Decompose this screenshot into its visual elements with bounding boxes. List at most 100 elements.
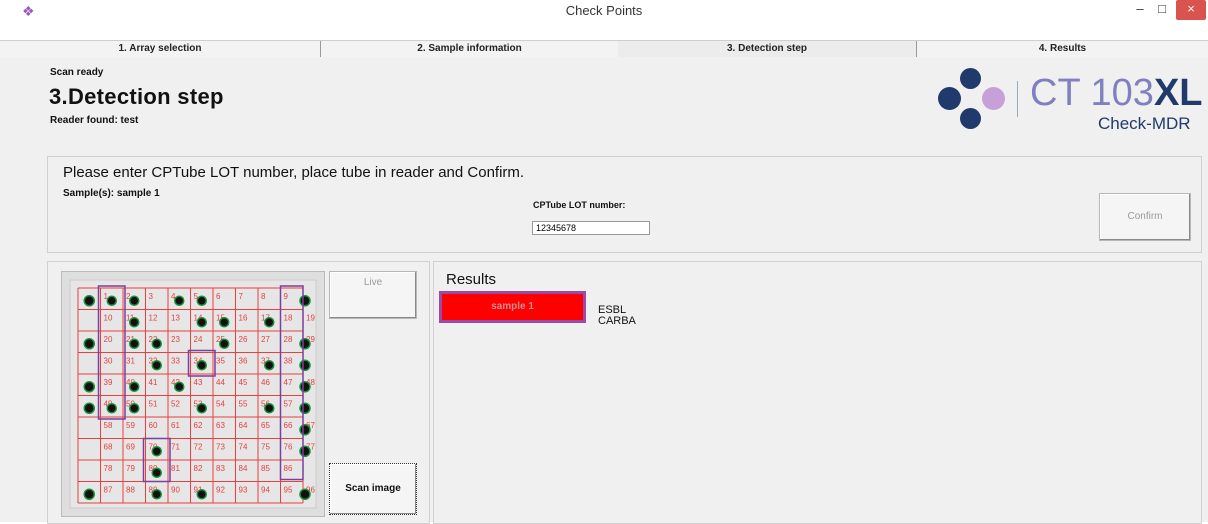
array-cell-number: 57 bbox=[284, 400, 293, 409]
maximize-button[interactable]: □ bbox=[1152, 0, 1172, 20]
array-spot bbox=[106, 403, 117, 414]
array-cell-number: 55 bbox=[239, 400, 248, 409]
array-spot bbox=[299, 424, 311, 436]
array-cell-number: 12 bbox=[149, 314, 158, 323]
confirm-button[interactable]: Confirm bbox=[1099, 193, 1191, 241]
array-cell-number: 75 bbox=[261, 443, 270, 452]
lot-number-label: CPTube LOT number: bbox=[533, 200, 626, 210]
array-cell-number: 35 bbox=[216, 357, 225, 366]
array-spot bbox=[196, 403, 207, 414]
array-spot bbox=[299, 338, 311, 350]
tab-array-selection[interactable]: 1. Array selection bbox=[0, 41, 320, 57]
array-spot bbox=[264, 317, 275, 328]
logo-dot-right bbox=[982, 87, 1005, 110]
array-cell-number: 95 bbox=[284, 486, 293, 495]
array-cell-number: 69 bbox=[126, 443, 135, 452]
sample-result-button[interactable]: sample 1 bbox=[439, 291, 586, 323]
array-spot bbox=[299, 381, 311, 393]
array-spot bbox=[151, 467, 162, 478]
array-cell-number: 64 bbox=[239, 421, 248, 430]
array-spot bbox=[174, 381, 185, 392]
array-cell-number: 28 bbox=[284, 335, 293, 344]
array-spot bbox=[196, 360, 207, 371]
array-spot bbox=[151, 338, 162, 349]
array-spot bbox=[299, 295, 311, 307]
reader-status: Reader found: test bbox=[50, 115, 139, 126]
array-cell-number: 74 bbox=[239, 443, 248, 452]
main-content: Scan ready 3.Detection step Reader found… bbox=[0, 57, 1208, 524]
array-spot bbox=[129, 317, 140, 328]
window-title: Check Points bbox=[565, 3, 643, 18]
array-cell-number: 33 bbox=[171, 357, 180, 366]
array-scan-image: 1 2 3 4 5 6 7 8 9 10 11 12 13 14 15 16 17 18 19 20 21 22 23 24 2… bbox=[61, 271, 325, 517]
live-button[interactable]: Live bbox=[329, 271, 417, 319]
array-cell-number: 52 bbox=[171, 400, 180, 409]
lot-number-input[interactable] bbox=[532, 221, 650, 235]
array-cell-number: 93 bbox=[239, 486, 248, 495]
array-cell-number: 27 bbox=[261, 335, 270, 344]
array-cell-number: 13 bbox=[171, 314, 180, 323]
array-cell-number: 79 bbox=[126, 464, 135, 473]
array-spot bbox=[196, 295, 207, 306]
array-cell-number: 59 bbox=[126, 421, 135, 430]
scan-status: Scan ready bbox=[50, 67, 104, 78]
scan-image-button[interactable]: Scan image bbox=[329, 463, 417, 515]
array-spot bbox=[151, 360, 162, 371]
results-title: Results bbox=[446, 271, 497, 288]
array-cell-number: 84 bbox=[239, 464, 248, 473]
array-spot bbox=[106, 295, 117, 306]
array-cell-number: 85 bbox=[261, 464, 270, 473]
array-spot bbox=[83, 488, 95, 500]
array-spot bbox=[264, 360, 275, 371]
result-label-carba: CARBA bbox=[598, 315, 636, 327]
title-bar: ❖ Check Points – □ × bbox=[0, 0, 1208, 22]
array-spot bbox=[219, 338, 230, 349]
array-spot bbox=[174, 295, 185, 306]
page-title: 3.Detection step bbox=[49, 84, 224, 109]
array-cell-number: 58 bbox=[104, 421, 113, 430]
logo-subtitle: Check-MDR bbox=[1098, 114, 1191, 133]
array-cell-number: 73 bbox=[216, 443, 225, 452]
logo-product-suffix: XL bbox=[1153, 72, 1203, 114]
array-cell-number: 51 bbox=[149, 400, 158, 409]
array-cell-number: 87 bbox=[104, 486, 113, 495]
array-cell-number: 83 bbox=[216, 464, 225, 473]
array-cell-number: 92 bbox=[216, 486, 225, 495]
tab-sample-information[interactable]: 2. Sample information bbox=[321, 41, 618, 57]
array-spot bbox=[196, 489, 207, 500]
array-cell-number: 3 bbox=[149, 292, 154, 301]
array-cell-number: 61 bbox=[171, 421, 180, 430]
array-cell-number: 24 bbox=[194, 335, 203, 344]
array-cell-number: 8 bbox=[261, 292, 266, 301]
array-cell-number: 88 bbox=[126, 486, 135, 495]
array-cell-number: 31 bbox=[126, 357, 135, 366]
array-cell-number: 72 bbox=[194, 443, 203, 452]
array-cell-number: 62 bbox=[194, 421, 203, 430]
array-grid-svg: 1 2 3 4 5 6 7 8 910 11 12 13 14 15 16 17 18 1920 21 22 23 24 2… bbox=[69, 279, 317, 509]
array-cell-number: 86 bbox=[284, 464, 293, 473]
tab-results[interactable]: 4. Results bbox=[917, 41, 1208, 57]
tab-detection-step[interactable]: 3. Detection step bbox=[618, 41, 916, 57]
logo-divider bbox=[1017, 81, 1018, 117]
close-button[interactable]: × bbox=[1176, 0, 1206, 20]
array-cell-number: 94 bbox=[261, 486, 270, 495]
logo-product-name: CT 103XL bbox=[1030, 71, 1203, 115]
logo-dot-top bbox=[960, 68, 981, 89]
array-cell-number: 45 bbox=[239, 378, 248, 387]
array-cell-number: 19 bbox=[306, 314, 315, 323]
array-spot bbox=[83, 402, 95, 414]
array-cell-number: 46 bbox=[261, 378, 270, 387]
logo-product: CT 103 bbox=[1030, 72, 1154, 114]
minimize-button[interactable]: – bbox=[1130, 0, 1150, 20]
logo-dot-left bbox=[938, 87, 961, 110]
array-spot bbox=[129, 381, 140, 392]
array-spot bbox=[129, 403, 140, 414]
array-spot bbox=[299, 402, 311, 414]
array-cell-number: 18 bbox=[284, 314, 293, 323]
instruction-text: Please enter CPTube LOT number, place tu… bbox=[63, 164, 525, 181]
array-cell-number: 47 bbox=[284, 378, 293, 387]
array-cell-number: 20 bbox=[104, 335, 113, 344]
array-cell-number: 54 bbox=[216, 400, 225, 409]
array-cell-number: 36 bbox=[239, 357, 248, 366]
array-cell-number: 65 bbox=[261, 421, 270, 430]
